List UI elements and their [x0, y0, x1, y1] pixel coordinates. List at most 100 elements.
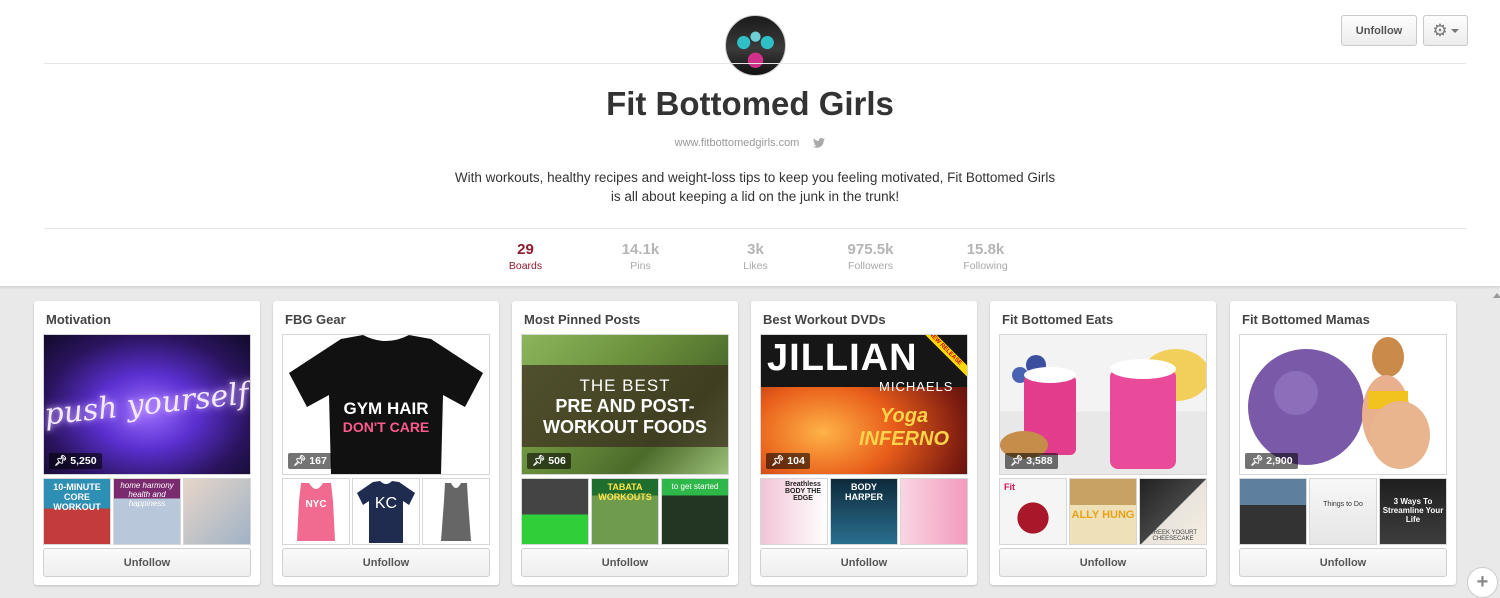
board-thumbnail[interactable]: BODY HARPER [830, 478, 898, 545]
pin-count-badge: 📌︎ 3,588 [1005, 453, 1058, 469]
cover-text: JILLIAN [767, 337, 918, 379]
board-cover[interactable]: 📌︎ 3,588 [999, 334, 1207, 475]
cover-text: GYM HAIR [343, 398, 429, 418]
thumbnail-text: to get started [671, 482, 719, 491]
cover-text: push yourself [43, 376, 251, 433]
board-unfollow-button[interactable]: Unfollow [1239, 548, 1447, 577]
pin-icon: 📌︎ [54, 455, 68, 467]
board-cover[interactable]: push yourself 📌︎ 5,250 [43, 334, 251, 475]
cover-text: THE BEST [579, 375, 671, 395]
stat-followers[interactable]: 975.5k Followers [813, 241, 928, 273]
board-unfollow-button[interactable]: Unfollow [43, 548, 251, 577]
pin-count-badge: 📌︎ 2,900 [1245, 453, 1298, 469]
pin-icon: 📌︎ [1010, 455, 1024, 467]
board-cover[interactable]: GYM HAIR DON'T CARE 📌︎ 167 [282, 334, 490, 475]
board-thumbnail[interactable]: Things to Do [1309, 478, 1377, 545]
board-thumbnail[interactable]: to get started [661, 478, 729, 545]
pin-count-badge: 📌︎ 104 [766, 453, 810, 469]
board-cover[interactable]: 📌︎ 2,900 [1239, 334, 1447, 475]
board-title[interactable]: Motivation [46, 312, 111, 327]
board-card[interactable]: Most Pinned Posts THE BEST PRE AND POST-… [512, 301, 738, 585]
twitter-icon[interactable] [813, 138, 826, 148]
cover-text: PRE AND POST- [555, 395, 695, 416]
scroll-up-icon[interactable] [1493, 293, 1500, 298]
board-thumbnail[interactable]: Fit [999, 478, 1067, 545]
stat-pins[interactable]: 14.1k Pins [583, 241, 698, 273]
profile-avatar[interactable] [725, 15, 786, 76]
stat-label: Following [963, 260, 1008, 272]
stat-value: 3k [747, 241, 764, 258]
board-card[interactable]: Motivation push yourself 📌︎ 5,250 10-MIN… [34, 301, 260, 585]
thumbnail-text: KC [374, 495, 398, 512]
board-card[interactable]: FBG Gear GYM HAIR DON'T CARE 📌︎ 167 NYC … [273, 301, 499, 585]
board-thumbnail[interactable] [900, 478, 968, 545]
board-thumbnail[interactable] [183, 478, 251, 545]
profile-bio: With workouts, healthy recipes and weigh… [454, 170, 1056, 204]
divider [44, 63, 1466, 64]
stat-value: 14.1k [621, 241, 660, 258]
board-title[interactable]: Fit Bottomed Eats [1002, 312, 1113, 327]
thumbnail-text: Fit [1004, 482, 1015, 492]
board-unfollow-button[interactable]: Unfollow [282, 548, 490, 577]
plus-icon: + [1476, 571, 1489, 593]
board-unfollow-button[interactable]: Unfollow [999, 548, 1207, 577]
board-card[interactable]: Fit Bottomed Mamas 📌︎ 2,900 Things to Do… [1230, 301, 1456, 585]
board-card[interactable]: Fit Bottomed Eats 📌︎ 3,588 Fit ALLY HUNG… [990, 301, 1216, 585]
gear-icon: ⚙ [1432, 21, 1448, 40]
board-thumbnail[interactable]: NYC [282, 478, 350, 545]
stat-label: Likes [743, 260, 768, 272]
board-unfollow-button[interactable]: Unfollow [760, 548, 968, 577]
cover-text: MICHAELS [879, 379, 954, 394]
pin-count-badge: 📌︎ 5,250 [49, 453, 102, 469]
stat-value: 15.8k [966, 241, 1005, 258]
board-cover[interactable]: THE BEST PRE AND POST- WORKOUT FOODS 📌︎ … [521, 334, 729, 475]
tank-image [441, 483, 471, 541]
board-thumbnail[interactable]: TABATA WORKOUTS [591, 478, 659, 545]
thumbnail-text: TABATA WORKOUTS [598, 482, 652, 502]
pin-count: 3,588 [1026, 455, 1053, 467]
stat-following[interactable]: 15.8k Following [928, 241, 1043, 273]
board-title[interactable]: Fit Bottomed Mamas [1242, 312, 1370, 327]
cover-text: DON'T CARE [342, 418, 430, 435]
board-thumbnail[interactable] [521, 478, 589, 545]
board-thumbnail[interactable]: GREEK YOGURT CHEESECAKE [1139, 478, 1207, 545]
board-thumbnail[interactable]: KC [352, 478, 420, 545]
settings-button[interactable]: ⚙ [1423, 15, 1468, 46]
stat-boards[interactable]: 29 Boards [468, 241, 583, 273]
thumbnail-text: BODY HARPER [844, 482, 883, 502]
add-pin-button[interactable]: + [1467, 567, 1498, 598]
thumbnail-text: 3 Ways To Streamline Your Life [1382, 497, 1444, 524]
board-thumbnail[interactable]: 3 Ways To Streamline Your Life [1379, 478, 1447, 545]
website-link[interactable]: www.fitbottomedgirls.com [675, 137, 800, 149]
profile-unfollow-button[interactable]: Unfollow [1341, 15, 1417, 46]
stat-label: Followers [848, 260, 893, 272]
thumbnail-text: NYC [305, 499, 327, 510]
board-title[interactable]: FBG Gear [285, 312, 346, 327]
board-unfollow-button[interactable]: Unfollow [521, 548, 729, 577]
pin-icon: 📌︎ [771, 455, 785, 467]
stat-label: Pins [630, 260, 651, 272]
pin-icon: 📌︎ [293, 455, 307, 467]
thumbnail-text: 10-MINUTE CORE WORKOUT [53, 482, 101, 512]
stat-likes[interactable]: 3k Likes [698, 241, 813, 273]
board-title[interactable]: Best Workout DVDs [763, 312, 886, 327]
board-cover[interactable]: JILLIAN MICHAELS Yoga INFERNO NEW RELEAS… [760, 334, 968, 475]
board-thumbnail[interactable]: ALLY HUNG [1069, 478, 1137, 545]
board-thumbnail[interactable] [1239, 478, 1307, 545]
thumbnail-text: home harmony health and happiness [120, 481, 174, 508]
pin-count: 2,900 [1266, 455, 1293, 467]
board-thumbnail[interactable]: Breathless BODY THE EDGE [760, 478, 828, 545]
board-thumbnail[interactable]: 10-MINUTE CORE WORKOUT [43, 478, 111, 545]
pin-count-badge: 📌︎ 506 [527, 453, 571, 469]
board-thumbnail[interactable]: home harmony health and happiness [113, 478, 181, 545]
cover-text: WORKOUT FOODS [543, 416, 707, 437]
pin-count: 167 [309, 455, 327, 467]
board-card[interactable]: Best Workout DVDs JILLIAN MICHAELS Yoga … [751, 301, 977, 585]
board-title[interactable]: Most Pinned Posts [524, 312, 640, 327]
profile-header: Unfollow ⚙ Fit Bottomed Girls www.fitbot… [0, 0, 1500, 287]
pin-count: 5,250 [70, 455, 97, 467]
thumbnail-text: ALLY HUNG [1071, 509, 1135, 521]
pin-count: 104 [787, 455, 805, 467]
board-thumbnail[interactable] [422, 478, 490, 545]
divider [44, 228, 1466, 229]
